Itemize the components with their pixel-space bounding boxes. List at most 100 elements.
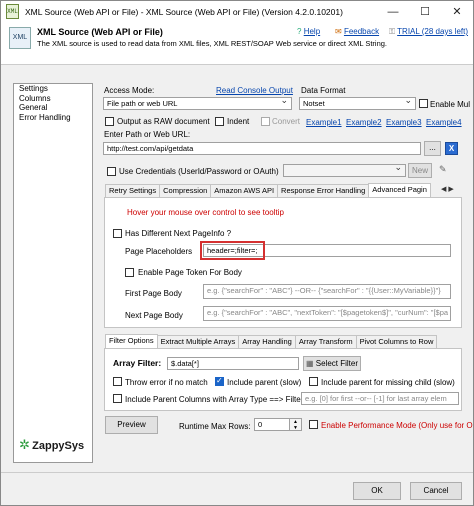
navigation-tree: Settings Columns General Error Handling — [13, 83, 93, 463]
new-connection-button[interactable]: New — [408, 163, 432, 178]
runtime-max-rows-label: Runtime Max Rows: — [179, 422, 251, 431]
tab-pivot-columns[interactable]: Pivot Columns to Row — [355, 335, 438, 348]
throw-error-label: Throw error if no match — [125, 378, 208, 387]
performance-mode-label: Enable Performance Mode (Only use for O — [321, 421, 473, 430]
zappysys-logo: ✲ ZappySys — [19, 437, 84, 455]
parent-filter-placeholder: e.g. [0] for first --or-- [-1] for last … — [305, 394, 447, 403]
select-filter-button[interactable]: ▦ Select Filter — [303, 356, 361, 371]
access-mode-select[interactable]: File path or web URL — [103, 97, 292, 110]
tree-item-general[interactable]: General — [14, 103, 92, 113]
enable-page-token-label: Enable Page Token For Body — [138, 268, 242, 277]
edit-connection-icon[interactable]: ✎ — [439, 164, 447, 175]
convert-label: Convert — [272, 117, 301, 126]
highlight-box — [200, 241, 265, 260]
tabs-scroll-arrows[interactable]: ◀ ▶ — [441, 185, 454, 193]
example2-link[interactable]: Example2 — [346, 118, 382, 127]
parent-filter-input[interactable]: e.g. [0] for first --or-- [-1] for last … — [301, 392, 459, 405]
include-parent-missing-checkbox[interactable] — [309, 377, 318, 386]
include-parent-columns-checkbox[interactable] — [113, 394, 122, 403]
read-console-output-link[interactable]: Read Console Output — [216, 86, 293, 95]
performance-mode-checkbox[interactable] — [309, 420, 318, 429]
url-label: Enter Path or Web URL: — [104, 130, 191, 139]
array-filter-input[interactable]: $.data[*] — [167, 357, 299, 370]
filter-panel: Array Filter: $.data[*] ▦ Select Filter … — [104, 348, 462, 411]
has-next-pageinfo-checkbox[interactable] — [113, 229, 122, 238]
enable-multi-label: Enable Mul — [430, 100, 471, 109]
tab-retry-settings[interactable]: Retry Settings — [105, 184, 161, 197]
page-placeholders-label: Page Placeholders — [125, 247, 193, 256]
filter-tabs: Filter Options Extract Multiple Arrays A… — [105, 334, 438, 348]
include-parent-label: Include parent (slow) — [227, 378, 302, 387]
data-format-label: Data Format — [301, 86, 346, 95]
trial-link-label: TRIAL (28 days left) — [397, 27, 469, 36]
xml-component-icon: XML — [9, 27, 31, 49]
pagination-panel: Hover your mouse over control to see too… — [104, 197, 462, 328]
connection-select[interactable] — [283, 164, 406, 177]
maximize-button[interactable]: ☐ — [409, 1, 441, 23]
use-credentials-checkbox[interactable] — [107, 167, 116, 176]
select-filter-label: Select Filter — [315, 359, 359, 368]
trial-link[interactable]: ⚿ TRIAL (28 days left) — [389, 27, 468, 37]
tree-item-settings[interactable]: Settings — [14, 84, 92, 94]
indent-checkbox[interactable] — [215, 117, 224, 126]
logo-text: ZappySys — [32, 440, 85, 452]
enable-multi-checkbox[interactable] — [419, 99, 428, 108]
tooltip-hint: Hover your mouse over control to see too… — [127, 208, 284, 217]
next-page-body-label: Next Page Body — [125, 311, 183, 320]
window-title: XML Source (Web API or File) - XML Sourc… — [25, 7, 343, 17]
tab-advanced-pagination[interactable]: Advanced Pagin — [368, 183, 431, 197]
cancel-button[interactable]: Cancel — [410, 482, 462, 500]
convert-checkbox[interactable] — [261, 117, 270, 126]
feedback-icon: ✉ — [335, 27, 342, 36]
component-header: XML XML Source (Web API or File) The XML… — [1, 23, 473, 65]
output-raw-label: Output as RAW document — [117, 117, 210, 126]
url-input[interactable]: http://test.com/api/getdata — [103, 142, 421, 155]
runtime-max-rows-input[interactable]: 0 — [254, 418, 290, 431]
throw-error-checkbox[interactable] — [113, 377, 122, 386]
clear-url-icon[interactable]: X — [445, 142, 458, 155]
tab-filter-options[interactable]: Filter Options — [105, 334, 158, 348]
xml-app-icon: XML — [6, 4, 19, 19]
feedback-link[interactable]: ✉ Feedback — [335, 27, 379, 36]
title-bar: XML XML Source (Web API or File) - XML S… — [1, 1, 473, 23]
tab-array-handling[interactable]: Array Handling — [238, 335, 296, 348]
example1-link[interactable]: Example1 — [306, 118, 342, 127]
logo-icon: ✲ — [19, 437, 30, 452]
help-link-label: Help — [303, 27, 321, 36]
next-page-body-placeholder: e.g. {"searchFor" : "ABC", "nextToken": … — [207, 308, 449, 317]
max-rows-spinner[interactable]: ▲ ▼ — [290, 418, 302, 431]
include-parent-missing-label: Include parent for missing child (slow) — [321, 378, 455, 387]
close-window-button[interactable]: ✕ — [441, 1, 473, 23]
help-icon: ? — [297, 27, 302, 36]
example3-link[interactable]: Example3 — [386, 118, 422, 127]
component-description: The XML source is used to read data from… — [37, 39, 387, 48]
indent-label: Indent — [227, 117, 250, 126]
ok-button[interactable]: OK — [353, 482, 401, 500]
feedback-link-label: Feedback — [343, 27, 380, 36]
tab-extract-multiple-arrays[interactable]: Extract Multiple Arrays — [156, 335, 240, 348]
browse-button[interactable]: ... — [424, 141, 441, 156]
tab-array-transform[interactable]: Array Transform — [294, 335, 357, 348]
preview-button[interactable]: Preview — [105, 416, 158, 434]
tab-response-error-handling[interactable]: Response Error Handling — [277, 184, 370, 197]
data-format-select[interactable]: Notset — [299, 97, 416, 110]
include-parent-checkbox[interactable] — [215, 376, 224, 386]
minimize-button[interactable]: — — [377, 1, 409, 23]
tab-amazon-aws-api[interactable]: Amazon AWS API — [210, 184, 279, 197]
tab-compression[interactable]: Compression — [159, 184, 212, 197]
enable-page-token-checkbox[interactable] — [125, 268, 134, 277]
key-icon: ⚿ — [389, 27, 396, 36]
use-credentials-label: Use Credentials (UserId/Password or OAut… — [119, 167, 279, 176]
example4-link[interactable]: Example4 — [426, 118, 462, 127]
first-page-body-input[interactable]: e.g. {"searchFor" : "ABC"} --OR-- {"sear… — [203, 284, 451, 299]
help-link[interactable]: ? Help — [297, 27, 320, 36]
footer-divider — [1, 472, 473, 473]
first-page-body-label: First Page Body — [125, 289, 182, 298]
output-raw-checkbox[interactable] — [105, 117, 114, 126]
first-page-body-placeholder: e.g. {"searchFor" : "ABC"} --OR-- {"sear… — [207, 286, 441, 295]
tree-item-columns[interactable]: Columns — [14, 94, 92, 104]
settings-tabs: Retry Settings Compression Amazon AWS AP… — [105, 183, 431, 197]
array-filter-label: Array Filter: — [113, 358, 162, 368]
tree-item-error-handling[interactable]: Error Handling — [14, 113, 92, 123]
next-page-body-input[interactable]: e.g. {"searchFor" : "ABC", "nextToken": … — [203, 306, 451, 321]
